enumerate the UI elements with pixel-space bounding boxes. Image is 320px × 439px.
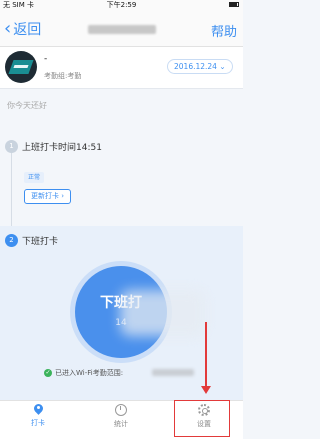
chevron-left-icon: ‹	[4, 18, 12, 39]
wifi-name-blurred	[152, 369, 194, 376]
back-label: 返回	[13, 22, 42, 38]
tab-punch[interactable]: 打卡	[8, 404, 68, 428]
date-label: 2016.12.24	[174, 62, 217, 71]
greeting-text: 你今天还好	[7, 101, 47, 110]
blurred-region	[120, 290, 205, 336]
step-2-marker: 2	[5, 234, 18, 247]
page-title	[88, 25, 156, 34]
group-header: - 考勤组:考勤 2016.12.24 ⌄	[0, 47, 243, 89]
step-1-marker: 1	[5, 140, 18, 153]
check-icon: ✓	[44, 369, 52, 377]
tab-punch-label: 打卡	[31, 419, 45, 427]
group-logo	[5, 51, 37, 83]
annotation-arrow	[205, 322, 207, 390]
back-button[interactable]: ‹ 返回	[4, 19, 41, 39]
tab-stats[interactable]: 统计	[91, 404, 151, 429]
tab-stats-label: 统计	[114, 420, 128, 428]
nav-bar: ‹ 返回 帮助	[0, 11, 243, 47]
update-punch-label: 更新打卡	[31, 192, 59, 200]
date-selector[interactable]: 2016.12.24 ⌄	[167, 59, 233, 74]
status-badge: 正常	[24, 172, 45, 183]
battery-icon	[229, 0, 239, 11]
wifi-status-text: 已进入Wi-Fi考勤范围:	[55, 369, 124, 377]
update-punch-button[interactable]: 更新打卡 ›	[24, 189, 72, 204]
annotation-arrow-head	[201, 386, 211, 394]
status-time: 下午2:59	[106, 1, 137, 9]
wifi-status: ✓ 已进入Wi-Fi考勤范围:	[44, 368, 123, 378]
help-button[interactable]: 帮助	[211, 21, 237, 40]
group-subtitle: 考勤组:考勤	[44, 72, 82, 80]
chevron-down-icon: ⌄	[219, 62, 226, 71]
clock-icon	[115, 404, 127, 416]
annotation-highlight-box	[174, 400, 230, 437]
group-name: -	[44, 54, 48, 64]
clock-in-time: 上班打卡时间14:51	[22, 143, 102, 153]
location-pin-icon	[34, 404, 43, 415]
clock-out-title: 下班打卡	[22, 237, 59, 247]
chevron-right-icon: ›	[61, 192, 65, 200]
status-bar: 无 SIM 卡 下午2:59	[0, 0, 243, 11]
